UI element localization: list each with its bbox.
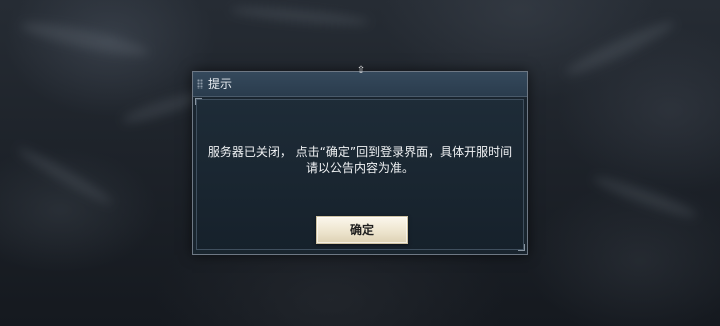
- dialog-title: 提示: [208, 77, 233, 91]
- background-blur: [14, 143, 116, 209]
- notice-dialog: 提示 ⇧ 服务器已关闭， 点击“确定”回到登录界面，具体开服时间 请以公告内容为…: [192, 66, 528, 255]
- dialog-message: 服务器已关闭， 点击“确定”回到登录界面，具体开服时间 请以公告内容为准。: [197, 144, 523, 176]
- drag-handle-icon: [197, 79, 203, 89]
- message-line-2: 请以公告内容为准。: [305, 161, 414, 175]
- background-blur: [590, 171, 700, 223]
- message-line-1: 服务器已关闭， 点击“确定”回到登录界面，具体开服时间: [207, 145, 513, 159]
- background-blur: [19, 16, 151, 62]
- pin-icon: ⇧: [356, 65, 366, 76]
- background-blur: [562, 15, 678, 81]
- dialog-body: 服务器已关闭， 点击“确定”回到登录界面，具体开服时间 请以公告内容为准。 确定: [195, 98, 525, 251]
- background-blur: [229, 3, 371, 29]
- confirm-button[interactable]: 确定: [316, 216, 408, 244]
